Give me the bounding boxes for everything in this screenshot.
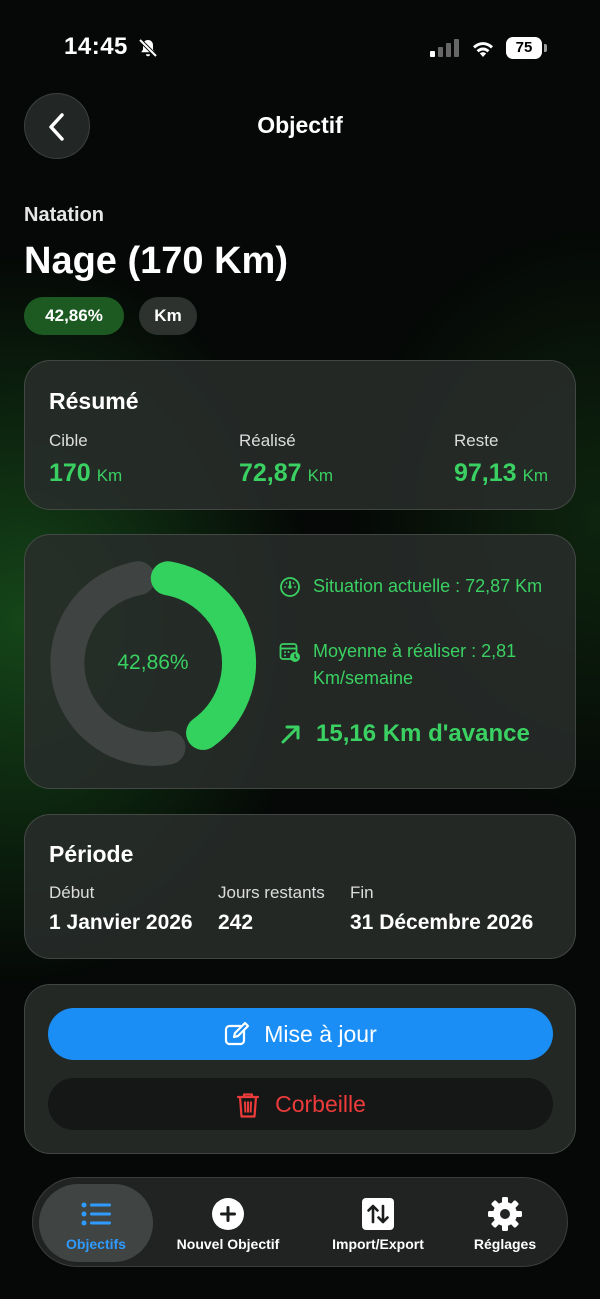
arrows-up-down-icon [362, 1198, 394, 1230]
days-left-value: 242 [218, 911, 254, 934]
status-time: 14:45 [64, 33, 128, 60]
donut-center-label: 42,86% [117, 651, 189, 674]
unit-badge: Km [139, 297, 197, 335]
tab-new-goal-label: Nouvel Objectif [176, 1236, 280, 1252]
wifi-icon [473, 42, 493, 57]
remaining-number: 97,13 [454, 459, 517, 487]
trash-icon [237, 1093, 260, 1118]
current-situation-text: Situation actuelle : 72,87 Km [313, 576, 543, 596]
edit-icon [225, 1021, 250, 1046]
target-unit: Km [96, 466, 123, 485]
tab-new-goal[interactable]: Nouvel Objectif [163, 1184, 293, 1262]
period-title: Période [49, 841, 134, 867]
summary-card: Résumé Cible 170 Km Réalisé 72,87 Km Reste… [24, 360, 576, 510]
done-number: 72,87 [239, 459, 302, 487]
end-value: 31 Décembre 2026 [350, 911, 534, 934]
end-label: Fin [350, 883, 374, 902]
percent-badge: 42,86% [24, 297, 124, 335]
battery-tip [544, 44, 547, 52]
start-label: Début [49, 883, 95, 902]
update-button-content: Mise à jour [224, 1008, 377, 1060]
tab-settings-label: Réglages [473, 1236, 537, 1252]
done-value: 72,87 Km [239, 459, 333, 488]
update-button[interactable]: Mise à jour [48, 1008, 553, 1060]
list-icon [81, 1202, 111, 1226]
target-number: 170 [49, 459, 91, 487]
remaining-unit: Km [522, 466, 549, 485]
start-value: 1 Janvier 2026 [49, 911, 193, 934]
remaining-value: 97,13 Km [454, 459, 548, 488]
goal-category: Natation [24, 204, 104, 226]
average-needed-text: Moyenne à réaliser : 2,81 Km/semaine [313, 641, 517, 688]
update-button-label: Mise à jour [264, 1021, 377, 1047]
signal-icon [430, 39, 459, 57]
tab-objectifs-label: Objectifs [66, 1236, 126, 1252]
days-left-label: Jours restants [218, 883, 325, 902]
trash-button[interactable]: Corbeille [48, 1078, 553, 1130]
advance-text: 15,16 Km d'avance [316, 720, 530, 747]
app-screen: 14:45 75 Objectif Natation Nage (170 Km)… [0, 0, 600, 1299]
tab-objectifs[interactable]: Objectifs [39, 1184, 153, 1262]
gauge-icon [280, 577, 300, 597]
remaining-label: Reste [454, 431, 499, 450]
trash-button-content: Corbeille [235, 1078, 366, 1130]
arrow-up-right-icon [281, 725, 300, 744]
done-unit: Km [307, 466, 334, 485]
progress-card: 42,86% Situation actuelle : 72,87 Km Moy… [24, 534, 576, 789]
actions-card: Mise à jour Corbeille [24, 984, 576, 1154]
trash-button-label: Corbeille [275, 1091, 366, 1117]
calendar-clock-icon [279, 643, 300, 662]
battery-indicator: 75 [506, 37, 548, 59]
target-label: Cible [49, 431, 88, 450]
plus-circle-icon [212, 1198, 244, 1230]
battery-level: 75 [506, 37, 542, 59]
tab-import-export-label: Import/Export [332, 1236, 424, 1252]
page-title: Objectif [257, 112, 343, 138]
tab-import-export[interactable]: Import/Export [316, 1184, 440, 1262]
tab-settings[interactable]: Réglages [453, 1184, 557, 1262]
goal-title: Nage (170 Km) [24, 240, 288, 282]
done-label: Réalisé [239, 431, 296, 450]
tab-bar: Objectifs Nouvel Objectif Import/Export [32, 1177, 568, 1267]
period-card: Période Début 1 Janvier 2026 Jours resta… [24, 814, 576, 959]
gear-icon [488, 1197, 522, 1231]
bell-muted-icon [138, 38, 158, 58]
status-bar: 14:45 75 [0, 0, 600, 96]
summary-title: Résumé [49, 388, 139, 414]
target-value: 170 Km [49, 459, 122, 488]
